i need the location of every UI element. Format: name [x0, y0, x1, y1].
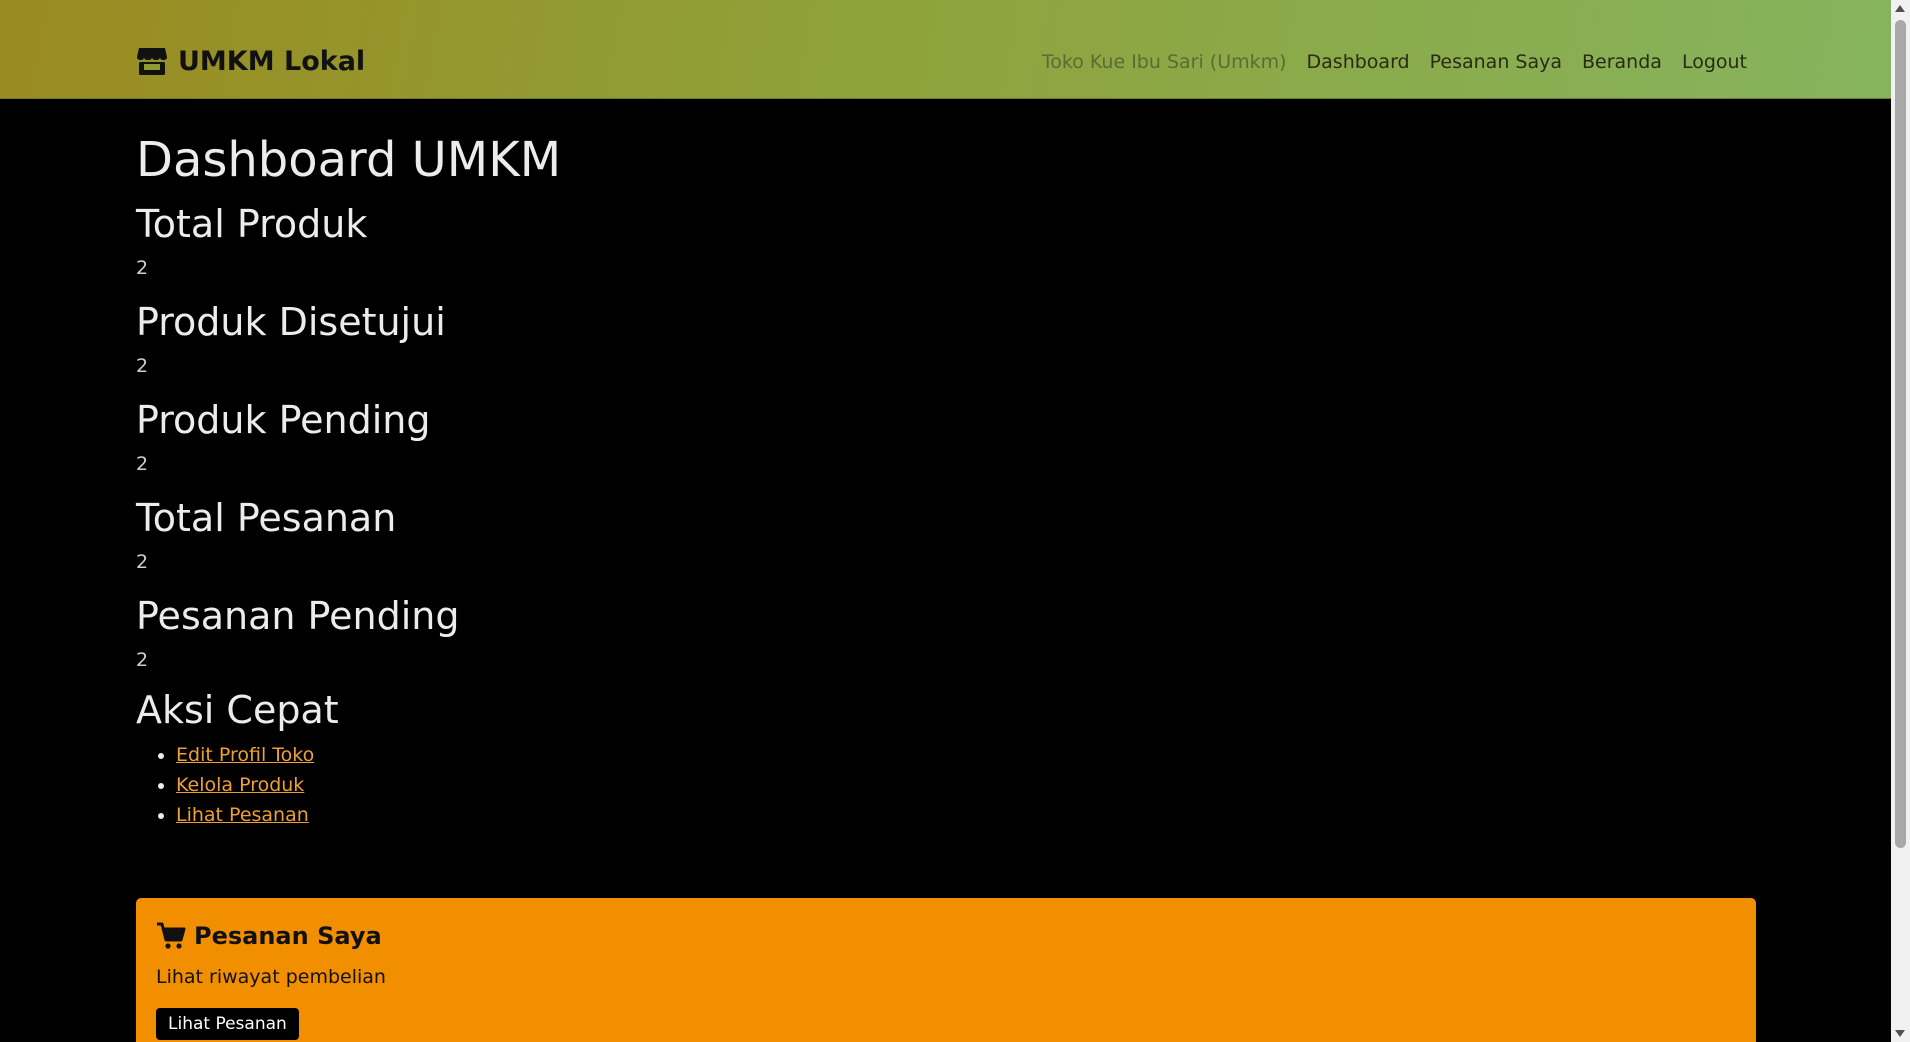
store-name-label: Toko Kue Ibu Sari (Umkm): [1041, 51, 1287, 73]
nav-link-beranda[interactable]: Beranda: [1582, 51, 1662, 73]
stat-produk-disetujui: Produk Disetujui 2: [136, 298, 1756, 380]
card-title: Pesanan Saya: [156, 918, 1736, 954]
stat-value: 2: [136, 355, 149, 377]
cart-icon: [157, 922, 186, 949]
stat-label: Total Produk: [136, 202, 368, 246]
nav-links: Toko Kue Ibu Sari (Umkm) Dashboard Pesan…: [1042, 47, 1747, 77]
main-content: Dashboard UMKM Total Produk 2 Produk Dis…: [136, 112, 1756, 830]
stat-pesanan-pending: Pesanan Pending 2: [136, 592, 1756, 674]
card-title-text: Pesanan Saya: [194, 922, 382, 950]
stat-value: 2: [136, 551, 149, 573]
brand-name: UMKM Lokal: [178, 45, 366, 77]
navbar: UMKM Lokal Toko Kue Ibu Sari (Umkm) Dash…: [0, 0, 1891, 99]
scrollbar[interactable]: [1891, 0, 1910, 1042]
list-item: Edit Profil Toko: [176, 740, 1756, 770]
nav-link-dashboard[interactable]: Dashboard: [1307, 51, 1410, 73]
page-title: Dashboard UMKM: [136, 132, 562, 188]
kelola-produk-link[interactable]: Kelola Produk: [176, 774, 304, 796]
quick-actions-title: Aksi Cepat: [136, 688, 339, 732]
card-description: Lihat riwayat pembelian: [156, 966, 386, 988]
brand-link[interactable]: UMKM Lokal: [136, 42, 365, 80]
edit-profil-toko-link[interactable]: Edit Profil Toko: [176, 744, 314, 766]
scroll-down-icon[interactable]: [1895, 1030, 1905, 1037]
list-item: Lihat Pesanan: [176, 800, 1756, 830]
scroll-up-icon[interactable]: [1895, 5, 1905, 12]
stat-label: Produk Disetujui: [136, 300, 446, 344]
nav-link-pesanan-saya[interactable]: Pesanan Saya: [1430, 51, 1562, 73]
lihat-pesanan-button[interactable]: Lihat Pesanan: [156, 1008, 299, 1040]
stat-label: Total Pesanan: [136, 496, 397, 540]
stat-produk-pending: Produk Pending 2: [136, 396, 1756, 478]
pesanan-saya-card: Pesanan Saya Lihat riwayat pembelian Lih…: [136, 898, 1756, 1042]
scrollbar-thumb[interactable]: [1895, 20, 1906, 848]
stat-label: Pesanan Pending: [136, 594, 460, 638]
stat-total-pesanan: Total Pesanan 2: [136, 494, 1756, 576]
lihat-pesanan-link[interactable]: Lihat Pesanan: [176, 804, 309, 826]
stat-value: 2: [136, 257, 149, 279]
quick-actions-list: Edit Profil Toko Kelola Produk Lihat Pes…: [176, 740, 1756, 830]
nav-link-logout[interactable]: Logout: [1682, 51, 1747, 73]
store-icon: [137, 48, 167, 75]
list-item: Kelola Produk: [176, 770, 1756, 800]
stat-value: 2: [136, 453, 149, 475]
quick-actions: Aksi Cepat Edit Profil Toko Kelola Produ…: [136, 686, 1756, 830]
stat-value: 2: [136, 649, 149, 671]
stat-label: Produk Pending: [136, 398, 431, 442]
stat-total-produk: Total Produk 2: [136, 200, 1756, 282]
